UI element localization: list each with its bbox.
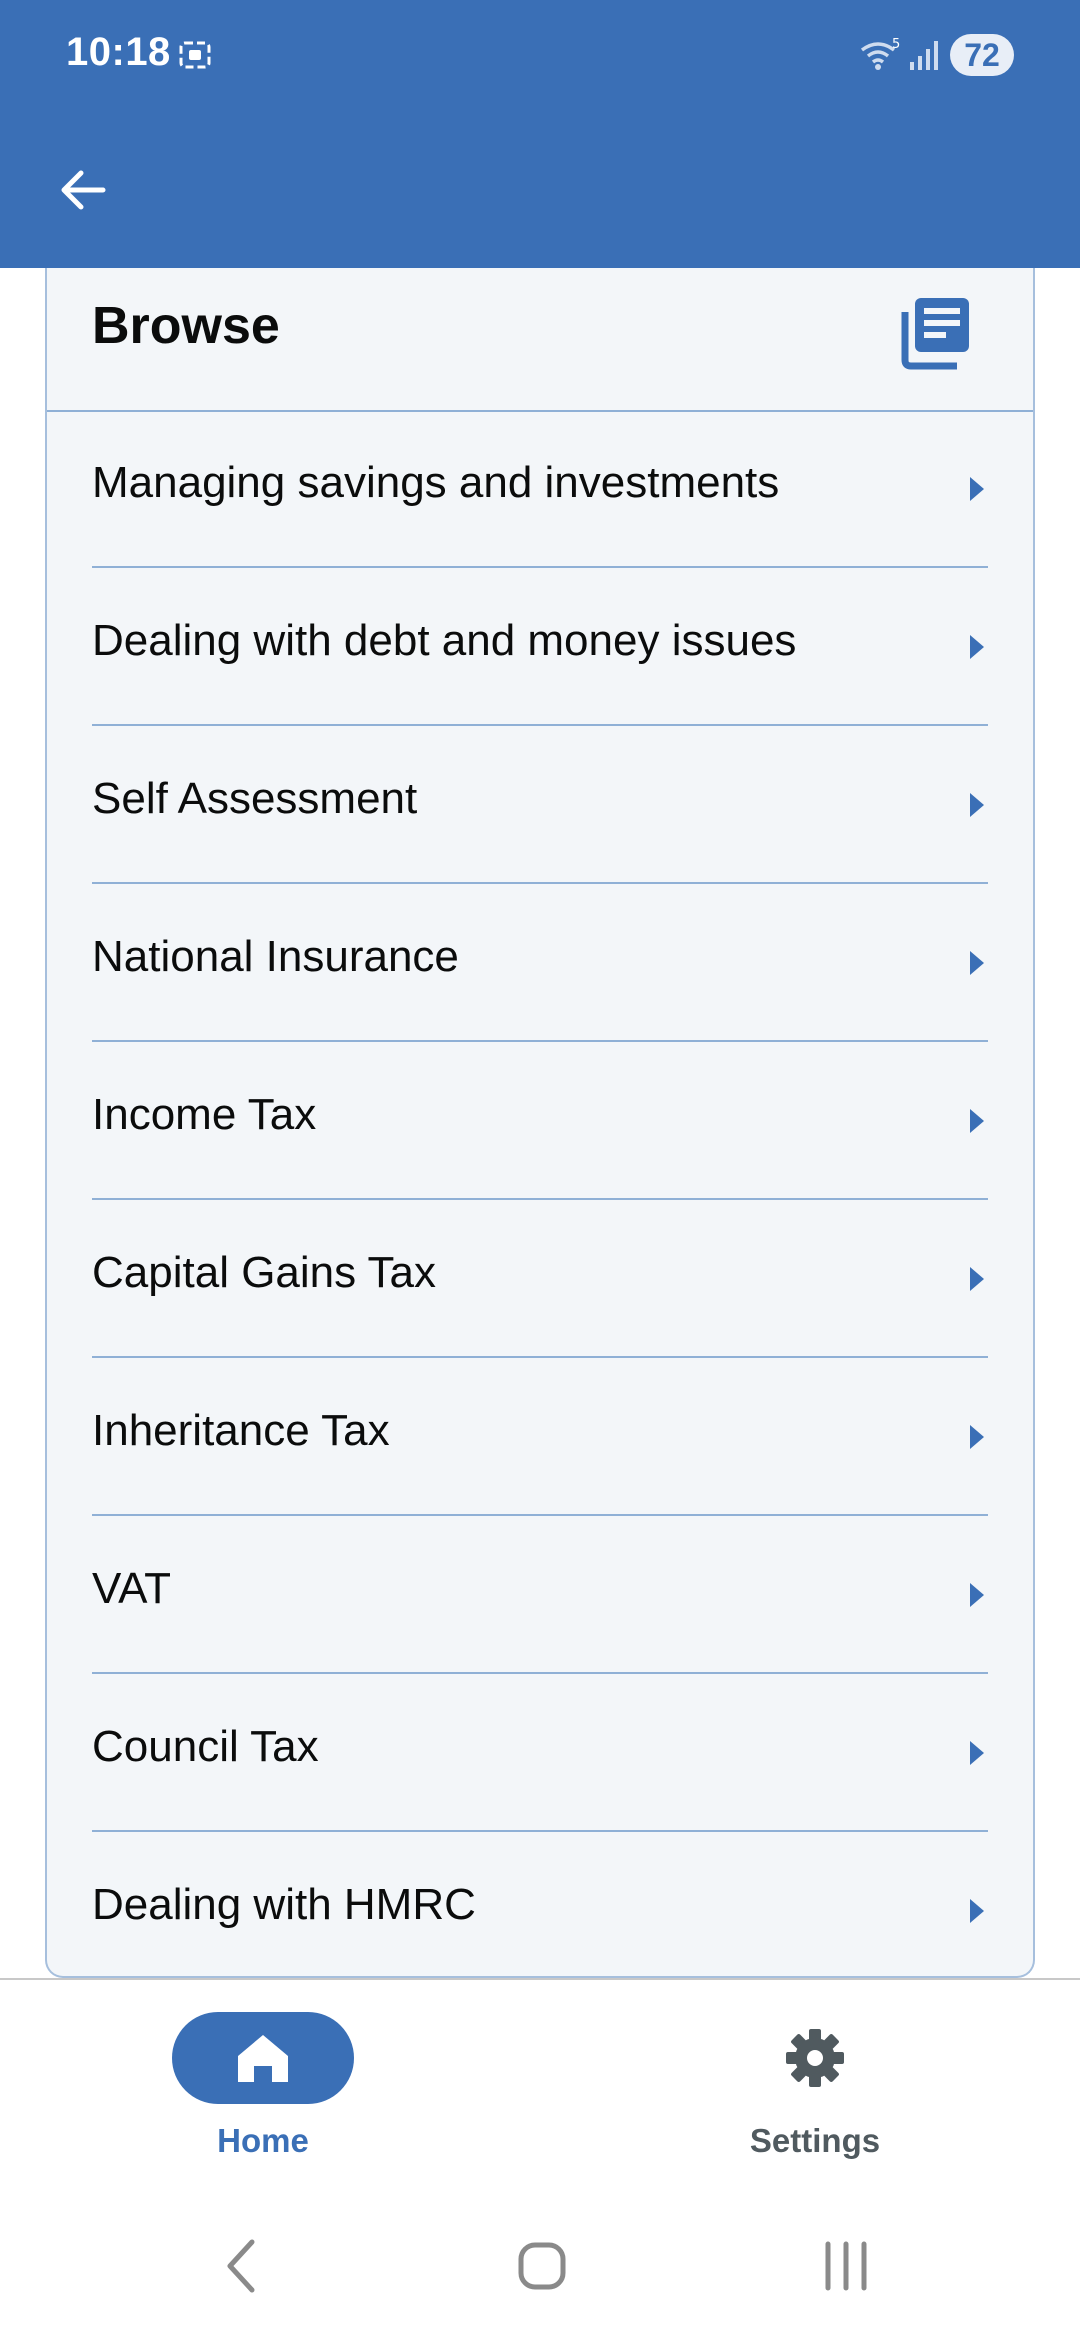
- list-item-council-tax[interactable]: Council Tax: [92, 1674, 988, 1832]
- article-list-icon: [901, 298, 969, 370]
- status-bar: 10:18 5 72: [0, 0, 1080, 110]
- chevron-right-icon: [970, 1267, 984, 1291]
- list-item-label: Inheritance Tax: [92, 1406, 390, 1455]
- app-bar: [0, 110, 1080, 268]
- browse-title: Browse: [92, 297, 280, 355]
- list-item-self-assessment[interactable]: Self Assessment: [92, 726, 988, 884]
- arrow-left-icon: [61, 170, 106, 210]
- chevron-right-icon: [970, 1741, 984, 1765]
- list-item-debt-money[interactable]: Dealing with debt and money issues: [92, 568, 988, 726]
- list-item-label: Council Tax: [92, 1722, 319, 1771]
- list-item-label: Dealing with HMRC: [92, 1880, 476, 1929]
- list-item-inheritance-tax[interactable]: Inheritance Tax: [92, 1358, 988, 1516]
- nav-home-button[interactable]: Home: [172, 2012, 354, 2162]
- list-item-label: Dealing with debt and money issues: [92, 616, 797, 665]
- chevron-right-icon: [970, 477, 984, 501]
- system-recents-icon[interactable]: [806, 2226, 886, 2306]
- list-item-dealing-with-hmrc[interactable]: Dealing with HMRC: [92, 1832, 988, 1976]
- battery-indicator: 72: [950, 34, 1014, 76]
- chevron-right-icon: [970, 1583, 984, 1607]
- status-time: 10:18: [66, 30, 171, 74]
- chevron-right-icon: [970, 1899, 984, 1923]
- browse-list: Managing savings and investments Dealing…: [47, 410, 1033, 1976]
- list-item-label: Self Assessment: [92, 774, 418, 823]
- list-item-capital-gains-tax[interactable]: Capital Gains Tax: [92, 1200, 988, 1358]
- list-item-label: Capital Gains Tax: [92, 1248, 437, 1297]
- wifi-icon: 5: [860, 37, 900, 70]
- bottom-navigation: Home Settings: [0, 1978, 1080, 2190]
- list-item-savings-investments[interactable]: Managing savings and investments: [92, 410, 988, 568]
- chevron-right-icon: [970, 1109, 984, 1133]
- nav-home-label: Home: [217, 2122, 309, 2159]
- chevron-right-icon: [970, 793, 984, 817]
- list-item-label: National Insurance: [92, 932, 459, 981]
- gear-icon: [786, 2029, 844, 2087]
- browse-card: Browse Managing savings and investments …: [45, 268, 1035, 1978]
- system-home-icon[interactable]: [502, 2226, 582, 2306]
- list-item-national-insurance[interactable]: National Insurance: [92, 884, 988, 1042]
- chevron-right-icon: [970, 1425, 984, 1449]
- signal-icon: [910, 41, 938, 70]
- list-item-label: VAT: [92, 1564, 172, 1613]
- screenshot-icon: [179, 41, 211, 69]
- system-back-icon[interactable]: [202, 2226, 282, 2306]
- system-navigation-bar: [0, 2188, 1080, 2340]
- chevron-right-icon: [970, 635, 984, 659]
- list-item-vat[interactable]: VAT: [92, 1516, 988, 1674]
- gear-wrap: [724, 2012, 906, 2104]
- back-button[interactable]: [40, 150, 126, 230]
- home-pill: [172, 2012, 354, 2104]
- chevron-right-icon: [970, 951, 984, 975]
- nav-settings-label: Settings: [749, 2122, 881, 2159]
- list-item-label: Managing savings and investments: [92, 458, 780, 507]
- list-item-label: Income Tax: [92, 1090, 317, 1139]
- wifi-label: 5: [892, 37, 900, 52]
- home-icon: [238, 2035, 288, 2082]
- browse-header: Browse: [47, 268, 1033, 412]
- list-item-income-tax[interactable]: Income Tax: [92, 1042, 988, 1200]
- nav-settings-button[interactable]: Settings: [724, 2012, 906, 2162]
